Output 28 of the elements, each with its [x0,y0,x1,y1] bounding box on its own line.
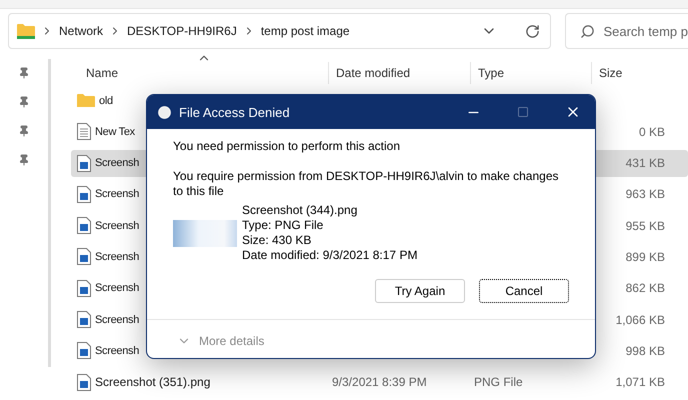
date-modified: Date modified: 9/3/2021 8:17 PM [242,248,418,263]
file-name: Screensh [95,282,140,294]
file-size: 1,066 KB [616,312,666,327]
file-size: 963 KB [626,187,666,202]
file-type: Type: PNG File [242,218,324,233]
file-type: PNG File [473,375,523,390]
file-size: 0 KB [638,124,666,139]
dialog-heading: You need permission to perform this action [173,139,402,154]
file-name: Screenshot (344).png [242,203,358,218]
file-size: 862 KB [626,281,666,296]
file-size: 1,071 KB [616,375,666,390]
file-name: Screensh [95,220,140,232]
file-name: New Tex [95,126,135,138]
file-size: 998 KB [626,344,666,358]
file-name: Screenshot (351).png [95,375,210,390]
file-name: old [99,94,113,106]
file-name: Screensh [95,188,140,200]
file-name: Screensh [95,250,140,263]
file-size: 899 KB [626,250,666,264]
file-size: 955 KB [626,218,666,233]
date-modified: 9/3/2021 8:39 PM [331,375,427,390]
dialog-title: File Access Denied [179,104,291,120]
file-name: Screensh [95,157,140,170]
file-name: Screensh [95,314,140,326]
file-name: Screensh [95,344,140,357]
file-size: 431 KB [626,156,666,170]
file-size: Size: 430 KB [242,233,312,248]
dialog-message: You require permission from DESKTOP-HH9IR6J\alvin to make changes to this file [173,169,560,199]
